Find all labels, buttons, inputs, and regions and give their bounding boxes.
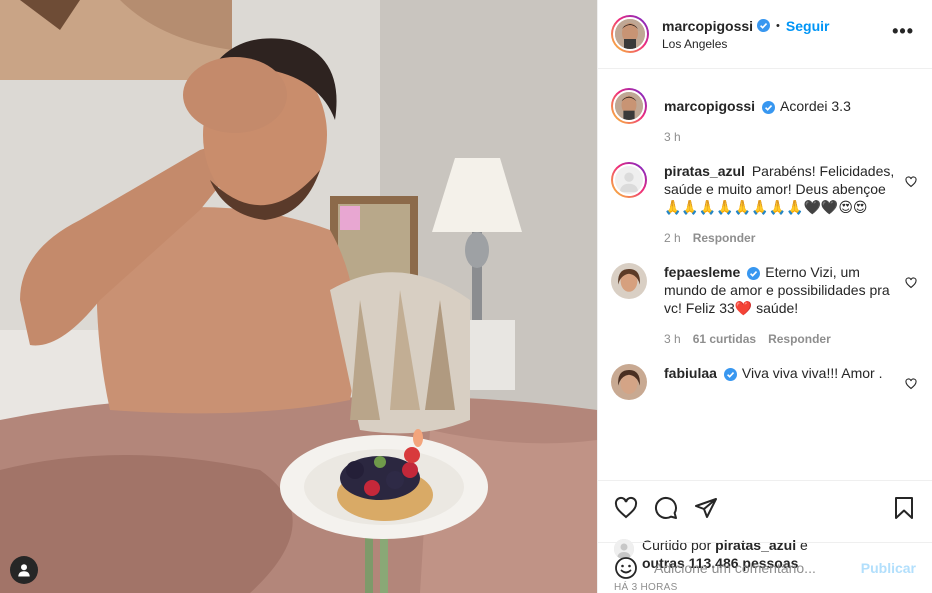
verified-badge-icon — [762, 100, 776, 114]
like-comment-heart-icon[interactable] — [905, 176, 917, 188]
default-avatar-icon — [615, 166, 643, 194]
comment-likes[interactable]: 61 curtidas — [693, 330, 756, 348]
emoji-icon[interactable] — [614, 556, 638, 580]
comment-username[interactable]: piratas_azul — [664, 163, 745, 179]
comments-list: marcopigossi Acordei 3.3 3 h piratas_azu… — [598, 69, 932, 480]
comment-text: Viva viva viva!!! Amor . — [741, 365, 883, 381]
add-comment-bar: Publicar — [598, 542, 932, 593]
comment-input[interactable] — [654, 560, 861, 576]
comment-time[interactable]: 3 h — [664, 330, 681, 348]
verified-badge-icon — [723, 367, 737, 381]
like-comment-heart-icon[interactable] — [905, 277, 917, 289]
post-sidebar: marcopigossi • Seguir Los Angeles ••• ma… — [597, 0, 932, 593]
post-header: marcopigossi • Seguir Los Angeles ••• — [598, 0, 932, 69]
save-bookmark-icon[interactable] — [892, 496, 916, 520]
avatar-image — [611, 263, 647, 299]
instagram-post: marcopigossi • Seguir Los Angeles ••• ma… — [0, 0, 932, 593]
avatar-image — [611, 364, 647, 400]
follow-button[interactable]: Seguir — [786, 18, 830, 34]
post-photo[interactable] — [0, 0, 597, 593]
reply-button[interactable]: Responder — [693, 229, 756, 247]
comment-avatar[interactable] — [611, 263, 647, 299]
caption-text: Acordei 3.3 — [780, 98, 851, 114]
comment: piratas_azul Parabéns! Felicidades, saúd… — [611, 162, 918, 247]
comment: fabiulaa Viva viva viva!!! Amor . — [611, 364, 918, 400]
caption-time[interactable]: 3 h — [664, 128, 681, 146]
comment-username[interactable]: fabiulaa — [664, 365, 717, 381]
post-location[interactable]: Los Angeles — [662, 37, 829, 51]
like-heart-icon[interactable] — [614, 496, 638, 520]
comment-avatar[interactable] — [611, 364, 647, 400]
avatar-image — [615, 19, 645, 49]
author-avatar[interactable] — [611, 15, 649, 53]
more-options-button[interactable]: ••• — [892, 22, 914, 40]
comment: fepaesleme Eterno Vizi, um mundo de amor … — [611, 263, 918, 348]
comment-username[interactable]: fepaesleme — [664, 264, 740, 280]
caption-username[interactable]: marcopigossi — [664, 98, 755, 114]
caption-avatar[interactable] — [611, 88, 647, 124]
comment-time[interactable]: 2 h — [664, 229, 681, 247]
caption: marcopigossi Acordei 3.3 3 h — [611, 88, 918, 146]
like-comment-heart-icon[interactable] — [905, 378, 917, 390]
comment-bubble-icon[interactable] — [654, 496, 678, 520]
separator-dot: • — [776, 19, 780, 32]
comment-avatar[interactable] — [611, 162, 647, 198]
avatar-image — [615, 92, 643, 120]
author-username[interactable]: marcopigossi — [662, 18, 753, 34]
verified-badge-icon — [757, 19, 771, 32]
publish-button[interactable]: Publicar — [861, 560, 916, 576]
reply-button[interactable]: Responder — [768, 330, 831, 348]
photo-illustration — [0, 0, 597, 593]
action-bar — [598, 480, 932, 534]
share-paper-plane-icon[interactable] — [694, 496, 718, 520]
user-icon — [18, 564, 30, 577]
tagged-users-button[interactable] — [10, 556, 38, 584]
verified-badge-icon — [747, 266, 761, 280]
